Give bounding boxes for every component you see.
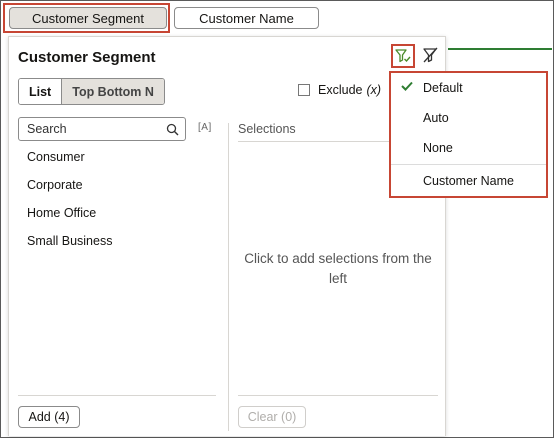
- list-item-consumer[interactable]: Consumer: [27, 150, 85, 164]
- add-button[interactable]: Add (4): [18, 406, 80, 428]
- left-footer-divider: [18, 395, 216, 396]
- panel-title: Customer Segment: [18, 49, 156, 66]
- menu-item-default[interactable]: Default: [423, 81, 463, 95]
- mode-segmented-control: List Top Bottom N: [18, 78, 165, 105]
- filter-panel: Customer Segment List Top Bottom N Exclu…: [8, 36, 446, 436]
- menu-separator: [391, 164, 546, 165]
- search-input[interactable]: Search: [18, 117, 186, 141]
- exclude-shortcut: (x): [366, 83, 382, 97]
- chart-line-fragment: [448, 48, 552, 50]
- menu-item-none[interactable]: None: [423, 141, 453, 155]
- list-item-corporate[interactable]: Corporate: [27, 178, 83, 192]
- menu-item-auto[interactable]: Auto: [423, 111, 449, 125]
- filter-options-button[interactable]: [391, 44, 415, 68]
- empty-selections-hint[interactable]: Click to add selections from the left: [238, 249, 438, 289]
- exclude-checkbox[interactable]: [298, 84, 310, 96]
- checkmark-icon: [401, 81, 413, 91]
- right-footer-divider: [238, 395, 438, 396]
- search-icon[interactable]: [166, 123, 179, 136]
- exclude-label: Exclude: [318, 83, 363, 97]
- search-placeholder: Search: [27, 122, 67, 136]
- tab-customer-segment[interactable]: Customer Segment: [9, 7, 167, 29]
- column-divider: [228, 123, 229, 431]
- tab-customer-name[interactable]: Customer Name: [174, 7, 319, 29]
- mode-list-button[interactable]: List: [19, 79, 63, 104]
- match-case-icon[interactable]: [A]: [198, 122, 212, 133]
- exclude-option[interactable]: Exclude (x): [298, 83, 381, 97]
- mode-top-bottom-button[interactable]: Top Bottom N: [62, 79, 164, 104]
- clear-filter-icon[interactable]: [421, 46, 439, 64]
- filter-funnel-icon: [395, 49, 411, 63]
- list-item-small-business[interactable]: Small Business: [27, 234, 112, 248]
- clear-button[interactable]: Clear (0): [238, 406, 306, 428]
- selections-header: Selections: [238, 122, 296, 136]
- filter-options-menu: Default Auto None Customer Name: [389, 71, 548, 198]
- list-item-home-office[interactable]: Home Office: [27, 206, 96, 220]
- menu-item-customer-name[interactable]: Customer Name: [423, 174, 514, 188]
